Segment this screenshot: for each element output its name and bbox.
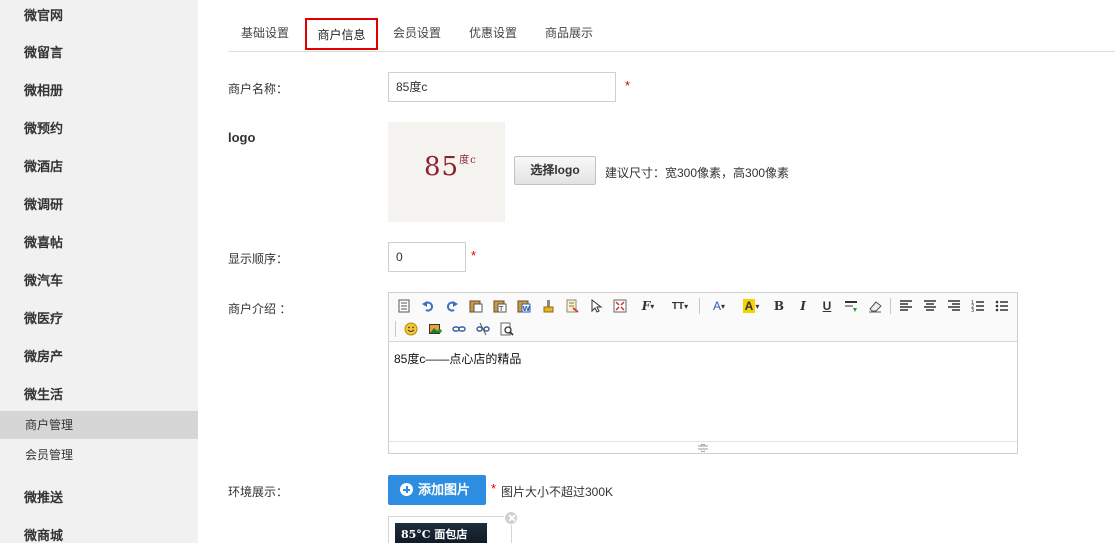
display-order-label: 显示顺序： bbox=[228, 252, 289, 266]
paste-word-icon[interactable]: W bbox=[515, 297, 533, 315]
image-size-hint: 图片大小不超过300K bbox=[501, 485, 614, 499]
logo-preview: 85度c bbox=[388, 122, 505, 222]
image-icon[interactable] bbox=[426, 320, 444, 338]
sidebar-item-hotel[interactable]: 微酒店 bbox=[0, 152, 198, 182]
sidebar-item-album[interactable]: 微相册 bbox=[0, 76, 198, 106]
sidebar-subitem-merchant[interactable]: 商户管理 bbox=[0, 411, 198, 439]
editor-content-area[interactable]: 85度c——点心店的精品 bbox=[394, 350, 521, 367]
underline-glyph: U bbox=[822, 299, 832, 313]
required-mark: * bbox=[625, 78, 631, 93]
line-height-icon[interactable] bbox=[842, 297, 860, 315]
tab-bar: 基础设置 商户信息 会员设置 优惠设置 商品展示 bbox=[228, 16, 1115, 52]
required-mark: * bbox=[491, 481, 497, 496]
redo-icon[interactable] bbox=[443, 297, 461, 315]
merchant-intro-label: 商户介绍 ： bbox=[228, 302, 292, 316]
sidebar-item-realestate[interactable]: 微房产 bbox=[0, 342, 198, 372]
sidebar-item-car[interactable]: 微汽车 bbox=[0, 266, 198, 296]
unordered-list-icon[interactable] bbox=[993, 297, 1011, 315]
svg-text:T: T bbox=[498, 305, 504, 313]
tab-discount-settings[interactable]: 优惠设置 bbox=[456, 18, 530, 50]
logo-label: logo bbox=[228, 130, 256, 145]
sidebar-subitem-member[interactable]: 会员管理 bbox=[0, 441, 198, 469]
paste-text-icon[interactable]: T bbox=[491, 297, 509, 315]
plus-circle-icon bbox=[400, 483, 413, 496]
logo-size-hint: 建议尺寸：宽300像素，高300像素 bbox=[605, 166, 790, 180]
required-mark: * bbox=[471, 248, 477, 263]
remove-image-close-icon[interactable] bbox=[504, 511, 518, 525]
environment-image-thumbnail: 85°C 面包店 bbox=[388, 516, 512, 543]
logo-number: 85 bbox=[424, 152, 460, 182]
sidebar-item-mall[interactable]: 微商城 bbox=[0, 521, 198, 543]
display-order-input[interactable]: 0 bbox=[388, 242, 466, 272]
highlight-icon[interactable]: A ▾ bbox=[738, 297, 764, 315]
font-color-icon[interactable]: A ▾ bbox=[706, 297, 732, 315]
sidebar-item-medical[interactable]: 微医疗 bbox=[0, 304, 198, 334]
sidebar-item-invitation[interactable]: 微喜帖 bbox=[0, 228, 198, 258]
tab-basic-settings[interactable]: 基础设置 bbox=[228, 18, 302, 50]
align-center-icon[interactable] bbox=[921, 297, 939, 315]
tab-merchant-info[interactable]: 商户信息 bbox=[305, 18, 378, 50]
sidebar: 微官网 微留言 微相册 微预约 微酒店 微调研 微喜帖 微汽车 微医疗 微房产 … bbox=[0, 0, 198, 543]
ordered-list-icon[interactable]: 123 bbox=[969, 297, 987, 315]
sidebar-item-booking[interactable]: 微预约 bbox=[0, 114, 198, 144]
photo-sign: 85°C 面包店 bbox=[401, 528, 468, 541]
tab-product-display[interactable]: 商品展示 bbox=[532, 18, 606, 50]
merchant-name-input[interactable]: 85度c bbox=[388, 72, 616, 102]
merchant-name-label: 商户名称： bbox=[228, 82, 289, 96]
sidebar-item-life[interactable]: 微生活 bbox=[0, 380, 198, 410]
font-glyph: F bbox=[641, 299, 651, 313]
underline-icon[interactable]: U bbox=[818, 297, 836, 315]
logo-suffix: 度c bbox=[459, 155, 477, 167]
sidebar-item-push[interactable]: 微推送 bbox=[0, 483, 198, 513]
toolbar-separator bbox=[890, 298, 891, 314]
tab-member-settings[interactable]: 会员设置 bbox=[380, 18, 454, 50]
align-right-icon[interactable] bbox=[945, 297, 963, 315]
svg-text:3: 3 bbox=[971, 308, 974, 313]
logo-image: 85度c bbox=[424, 152, 477, 182]
italic-icon[interactable]: I bbox=[794, 297, 812, 315]
rich-text-editor: T W F ▾ TT ▾ A ▾ A ▾ B I U 123 85度c——点心店… bbox=[388, 292, 1018, 454]
environment-photo: 85°C 面包店 bbox=[395, 523, 487, 543]
font-color-glyph: A bbox=[712, 299, 721, 313]
toolbar-separator bbox=[699, 298, 700, 314]
paste-icon[interactable] bbox=[467, 297, 485, 315]
svg-text:W: W bbox=[523, 305, 531, 313]
emoticon-icon[interactable] bbox=[402, 320, 420, 338]
source-icon[interactable] bbox=[395, 297, 413, 315]
toolbar-separator bbox=[395, 321, 396, 337]
resize-grip-icon[interactable] bbox=[696, 444, 710, 452]
editor-resize-bar[interactable] bbox=[389, 441, 1017, 453]
sidebar-item-website[interactable]: 微官网 bbox=[0, 1, 198, 31]
sidebar-item-message[interactable]: 微留言 bbox=[0, 38, 198, 68]
preview-icon[interactable] bbox=[498, 320, 516, 338]
select-all-icon[interactable] bbox=[587, 297, 605, 315]
font-size-glyph: TT bbox=[671, 300, 685, 312]
sidebar-item-survey[interactable]: 微调研 bbox=[0, 190, 198, 220]
bold-icon[interactable]: B bbox=[770, 297, 788, 315]
link-icon[interactable] bbox=[450, 320, 468, 338]
select-logo-button[interactable]: 选择logo bbox=[514, 156, 596, 185]
fullscreen-icon[interactable] bbox=[611, 297, 629, 315]
font-family-icon[interactable]: F ▾ bbox=[635, 297, 661, 315]
eraser-icon[interactable] bbox=[866, 297, 884, 315]
add-image-button-label: 添加图片 bbox=[418, 482, 471, 497]
add-image-button[interactable]: 添加图片 bbox=[388, 475, 486, 505]
font-size-icon[interactable]: TT ▾ bbox=[667, 297, 693, 315]
align-left-icon[interactable] bbox=[897, 297, 915, 315]
clear-format-icon[interactable] bbox=[563, 297, 581, 315]
editor-toolbar: T W F ▾ TT ▾ A ▾ A ▾ B I U 123 bbox=[389, 293, 1017, 342]
undo-icon[interactable] bbox=[419, 297, 437, 315]
environment-label: 环境展示： bbox=[228, 485, 289, 499]
unlink-icon[interactable] bbox=[474, 320, 492, 338]
highlight-glyph: A bbox=[742, 299, 756, 313]
bold-glyph: B bbox=[773, 299, 785, 313]
format-brush-icon[interactable] bbox=[539, 297, 557, 315]
italic-glyph: I bbox=[800, 299, 806, 313]
